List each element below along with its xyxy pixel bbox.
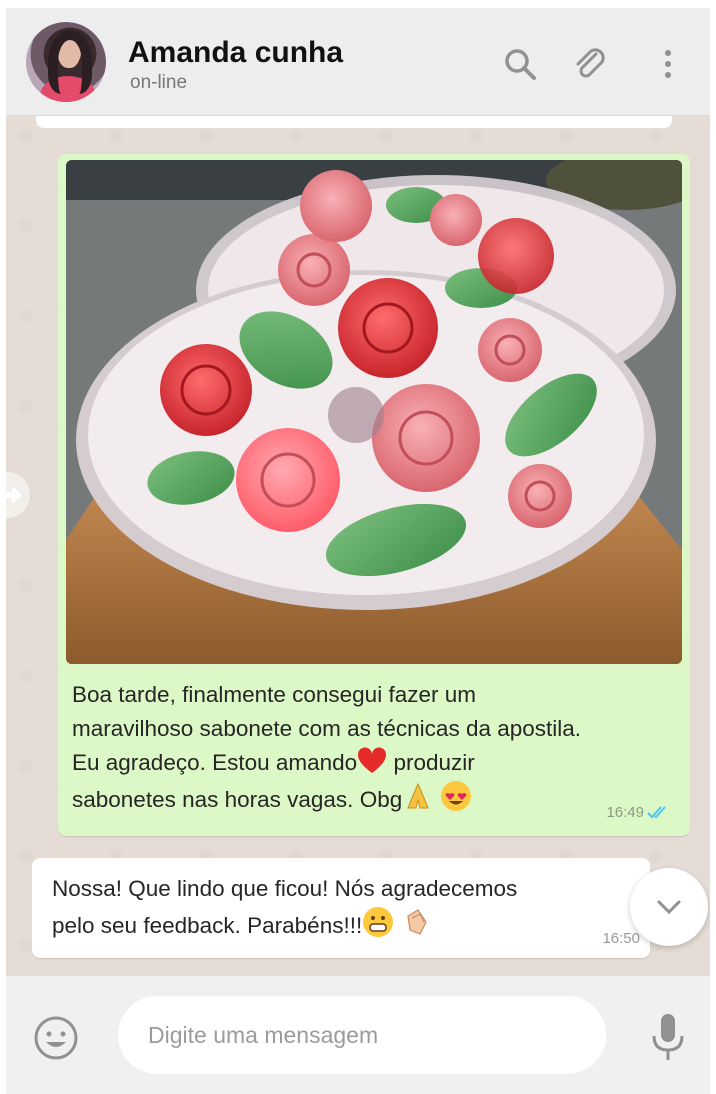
previous-message-bubble [36, 116, 672, 128]
message-line: produzir [387, 750, 475, 775]
message-input[interactable] [118, 996, 606, 1074]
contact-name[interactable]: Amanda cunha [128, 36, 343, 70]
message-line: Eu agradeço. Estou amando [72, 750, 358, 775]
grinning-face-emoji-icon [363, 907, 394, 937]
composer-bar [6, 976, 710, 1094]
paperclip-icon[interactable] [572, 46, 608, 82]
microphone-icon[interactable] [648, 1010, 688, 1064]
emoji-picker-icon[interactable] [32, 1014, 80, 1062]
incoming-message[interactable]: Nossa! Que lindo que ficou! Nós agradece… [32, 858, 650, 958]
heart-eyes-emoji-icon [441, 781, 472, 811]
message-timestamp: 16:49 [606, 804, 644, 821]
contact-avatar[interactable] [26, 22, 106, 102]
contact-status: on-line [130, 72, 188, 93]
forward-arrow-icon [6, 486, 22, 504]
search-icon[interactable] [502, 46, 538, 82]
clapping-hands-emoji-icon [407, 909, 428, 935]
menu-icon[interactable] [650, 46, 686, 82]
heart-emoji-icon [358, 747, 387, 773]
outgoing-message-text: Boa tarde, finalmente consegui fazer um … [72, 678, 672, 817]
message-line: sabonetes nas horas vagas. Obg [72, 787, 403, 812]
forward-button[interactable] [6, 472, 30, 518]
chevron-down-icon [657, 900, 681, 915]
chat-area[interactable]: Boa tarde, finalmente consegui fazer um … [6, 116, 710, 976]
message-line: pelo seu feedback. Parabéns!!! [52, 913, 363, 938]
outgoing-message[interactable]: Boa tarde, finalmente consegui fazer um … [58, 154, 690, 836]
soap-photo[interactable] [66, 160, 682, 664]
read-ticks-icon [647, 806, 666, 819]
message-line: Nossa! Que lindo que ficou! Nós agradece… [52, 876, 518, 901]
scroll-down-button[interactable] [630, 868, 708, 946]
folded-hands-emoji-icon [407, 782, 429, 809]
whatsapp-window: Amanda cunha on-line Boa tarde, finalmen… [0, 0, 716, 1094]
message-line: maravilhoso sabonete com as técnicas da … [72, 716, 582, 741]
message-line: Boa tarde, finalmente consegui fazer um [72, 682, 476, 707]
incoming-message-text: Nossa! Que lindo que ficou! Nós agradece… [52, 872, 612, 943]
chat-header: Amanda cunha on-line [6, 8, 710, 116]
